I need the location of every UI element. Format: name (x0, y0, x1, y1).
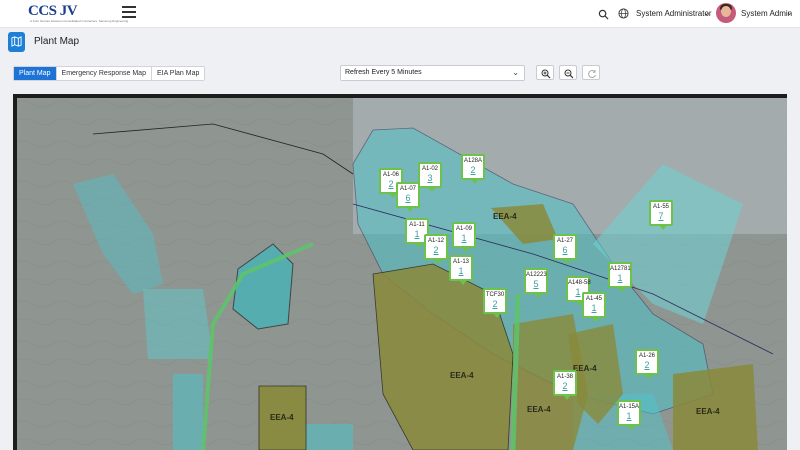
pin-count-link[interactable]: 2 (485, 299, 505, 310)
zoom-in-icon (541, 69, 551, 79)
pin-label: A1-06 (382, 172, 399, 178)
pin-count-link[interactable]: 2 (426, 245, 446, 256)
pin-count-link[interactable]: 1 (451, 266, 471, 277)
map-pin[interactable]: A1-13 1 (449, 255, 473, 285)
chevron-down-icon[interactable]: ⌄ (786, 8, 793, 17)
logo-subtitle: A Joint Venture between Consolidated Con… (30, 19, 129, 23)
zone-label: EEA-4 (270, 413, 294, 422)
zone-label: EEA-4 (450, 371, 474, 380)
pin-label: A12781 (610, 266, 631, 272)
page-header: Plant Map (0, 28, 800, 58)
map-terrain (13, 94, 787, 450)
pin-count-link[interactable]: 3 (420, 173, 440, 184)
pin-count-link[interactable]: 1 (610, 273, 630, 284)
reset-view-button[interactable] (582, 65, 600, 80)
pin-label: A128A (463, 158, 482, 164)
pin-label: A1-13 (452, 259, 469, 265)
map-icon (8, 32, 25, 52)
map-pin[interactable]: TCF30 2 (483, 288, 507, 318)
zone-label: EEA-4 (696, 407, 720, 416)
pin-label: A1-11 (409, 222, 425, 228)
pin-label: TCF30 (485, 292, 505, 298)
pin-label: A1-12 (427, 238, 444, 244)
role-selector[interactable]: System Administrator (636, 9, 712, 18)
pin-label: A1-38 (556, 374, 573, 380)
map-pin[interactable]: A12223 5 (524, 268, 548, 298)
pin-count-link[interactable]: 6 (555, 245, 575, 256)
map-pin[interactable]: A128A 2 (461, 154, 485, 184)
map-pin[interactable]: A1-07 6 (396, 182, 420, 212)
map-pin[interactable]: A1-15A 1 (617, 400, 641, 430)
pin-label: A1-26 (638, 353, 655, 359)
refresh-interval-select[interactable]: Refresh Every 5 Minutes ⌄ (340, 65, 525, 81)
pin-count-link[interactable]: 5 (526, 279, 546, 290)
zoom-out-icon (564, 69, 574, 79)
pin-count-link[interactable]: 2 (637, 360, 657, 371)
map-pin[interactable]: A12781 1 (608, 262, 632, 292)
pin-count-link[interactable]: 1 (619, 411, 639, 422)
globe-icon[interactable] (618, 8, 629, 19)
zoom-in-button[interactable] (536, 65, 554, 80)
pin-count-link[interactable]: 7 (651, 211, 671, 222)
user-name[interactable]: System Admin (741, 9, 792, 18)
chevron-down-icon: ⌄ (512, 68, 519, 77)
zone-label: EEA-4 (493, 212, 517, 221)
zoom-out-button[interactable] (559, 65, 577, 80)
pin-label: A1-09 (455, 226, 472, 232)
map-pin[interactable]: A1-45 1 (582, 292, 606, 322)
map-pin[interactable]: A1-09 1 (452, 222, 476, 252)
plant-map-canvas[interactable]: EEA-4 EEA-4 EEA-4 EEA-4 EEA-4 EEA-4 A1-0… (13, 94, 787, 450)
search-icon[interactable] (598, 9, 609, 20)
pin-label: A148-58 (568, 280, 591, 286)
zone-label: EEA-4 (527, 405, 551, 414)
page-title: Plant Map (34, 36, 80, 47)
pin-label: A1-27 (556, 238, 573, 244)
map-pin[interactable]: A1-12 2 (424, 234, 448, 264)
menu-icon[interactable] (122, 6, 136, 18)
logo-text: CCS JV (28, 3, 78, 19)
pin-count-link[interactable]: 2 (463, 165, 483, 176)
pin-count-link[interactable]: 1 (454, 233, 474, 244)
pin-label: A1-15A (619, 404, 640, 410)
pin-count-link[interactable]: 6 (398, 193, 418, 204)
map-pin[interactable]: A1-55 7 (649, 200, 673, 230)
map-pin[interactable]: A1-38 2 (553, 370, 577, 400)
chevron-down-icon[interactable]: ⌄ (703, 8, 710, 17)
map-tabs: Plant Map Emergency Response Map EIA Pla… (13, 66, 206, 81)
tab-eia-plan-map[interactable]: EIA Plan Map (152, 67, 204, 80)
pin-label: A1-55 (652, 204, 669, 210)
map-pin[interactable]: A1-02 3 (418, 162, 442, 192)
pin-label: A1-02 (421, 166, 438, 172)
refresh-interval-value: Refresh Every 5 Minutes (345, 69, 422, 76)
pin-label: A1-07 (399, 186, 416, 192)
tab-emergency-response-map[interactable]: Emergency Response Map (57, 67, 152, 80)
map-pin[interactable]: A1-27 6 (553, 234, 577, 264)
pin-label: A1-45 (585, 296, 602, 302)
pin-count-link[interactable]: 2 (555, 381, 575, 392)
pin-count-link[interactable]: 1 (584, 303, 604, 314)
company-logo[interactable]: CCS JV A Joint Venture between Consolida… (28, 3, 128, 25)
top-bar: CCS JV A Joint Venture between Consolida… (0, 0, 800, 28)
map-pin[interactable]: A1-26 2 (635, 349, 659, 379)
pin-label: A12223 (526, 272, 547, 278)
avatar[interactable] (716, 3, 736, 23)
tab-plant-map[interactable]: Plant Map (14, 67, 57, 80)
refresh-icon (588, 70, 596, 79)
